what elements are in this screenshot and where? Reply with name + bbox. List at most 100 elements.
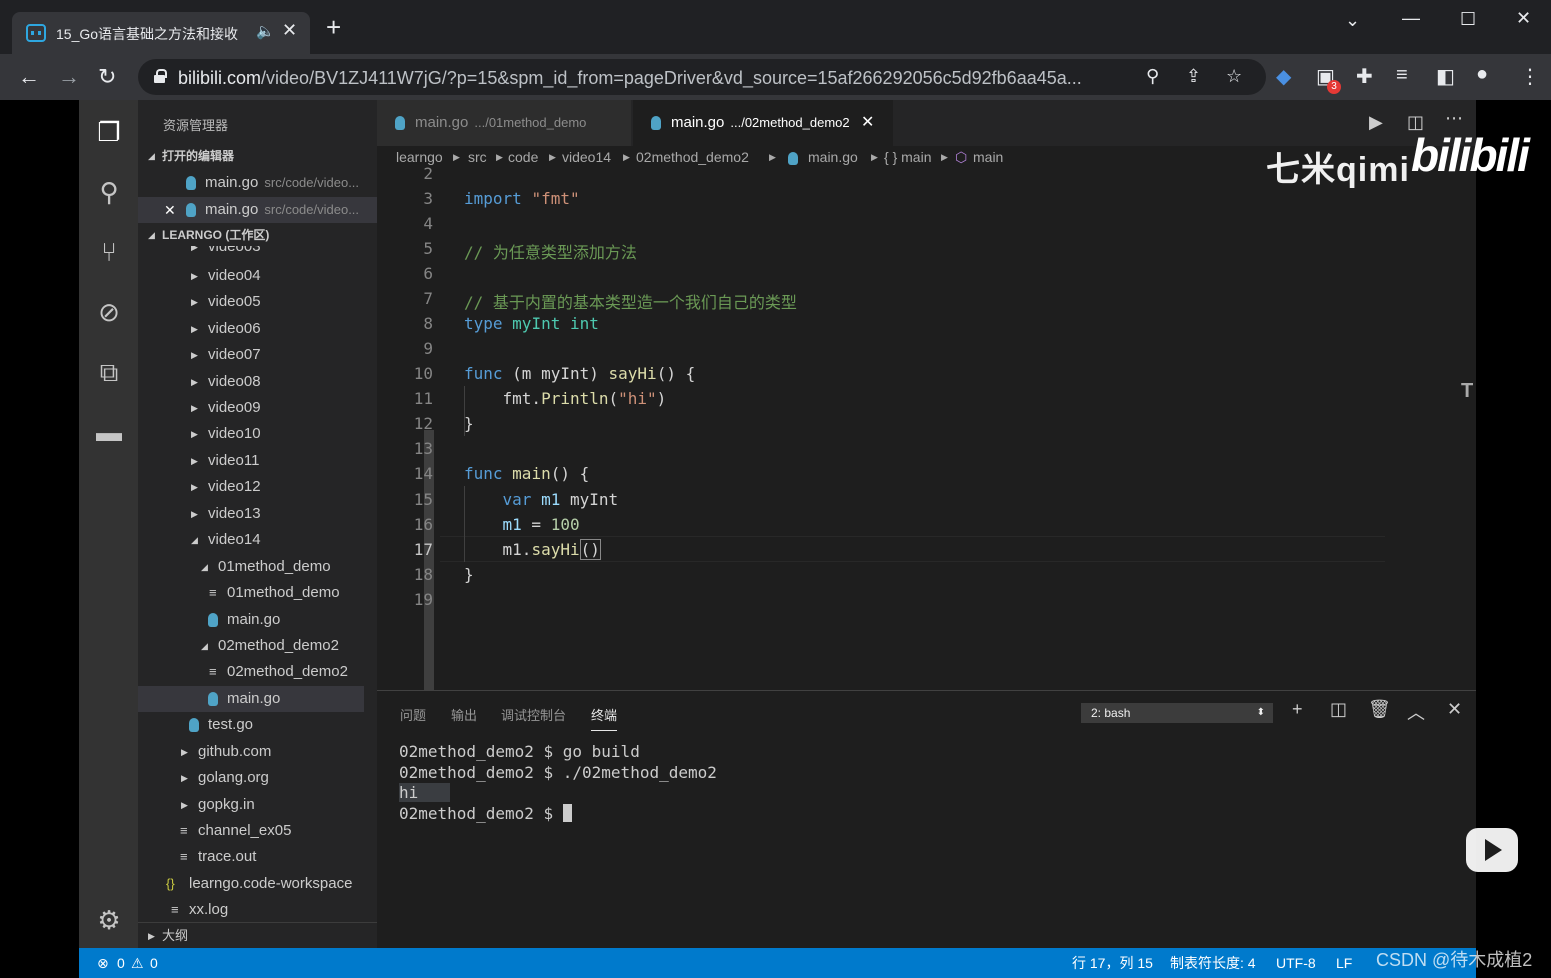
minimize-button[interactable]: — — [1402, 8, 1420, 29]
tree-folder-video06[interactable]: ▶ video06 — [138, 316, 364, 342]
line-number: 11 — [413, 389, 433, 408]
tree-folder-golang[interactable]: ▶ golang.org — [138, 765, 364, 791]
side-panel-icon[interactable]: ◧ — [1436, 64, 1455, 89]
tree-folder-video14[interactable]: ◢ video14 — [138, 527, 364, 553]
tab-size[interactable]: 制表符长度: 4 — [1170, 948, 1256, 978]
tab-search-icon[interactable]: ⌄ — [1345, 10, 1360, 31]
bilibili-play-icon[interactable] — [1466, 828, 1518, 872]
tree-file-channel-ex05[interactable]: ≡ channel_ex05 — [138, 818, 364, 844]
terminal-cursor — [562, 804, 572, 822]
folder-icon[interactable]: ▬ — [93, 416, 125, 448]
tree-folder-github[interactable]: ▶ github.com — [138, 739, 364, 765]
tree-file-xx-log[interactable]: ≡ xx.log — [138, 897, 364, 922]
tab-problems[interactable]: 问题 — [400, 705, 426, 724]
breadcrumb-item[interactable]: main — [973, 146, 1003, 168]
close-icon[interactable]: ✕ — [164, 197, 176, 223]
tree-file-trace-out[interactable]: ≡ trace.out — [138, 844, 364, 870]
tree-folder-video07[interactable]: ▶ video07 — [138, 342, 364, 368]
bookmark-star-icon[interactable]: ☆ — [1226, 66, 1242, 87]
terminal-select[interactable]: 2: bash ⬍ — [1081, 703, 1273, 723]
cursor-position[interactable]: 行 17，列 15 — [1072, 948, 1153, 978]
workspace-header[interactable]: ◢ LEARNGO (工作区) — [138, 224, 377, 246]
close-icon[interactable]: ✕ — [861, 100, 874, 146]
terminal-prompt-line[interactable]: 02method_demo2 $ — [399, 804, 572, 823]
settings-gear-icon[interactable]: ⚙ — [93, 904, 125, 936]
breadcrumb-item[interactable]: video14 — [562, 146, 611, 168]
browser-tab[interactable]: 15_Go语言基础之方法和接收 🔈 ✕ — [12, 12, 310, 54]
tree-folder-video05[interactable]: ▶ video05 — [138, 289, 364, 315]
breadcrumb-item[interactable]: 02method_demo2 — [636, 146, 749, 168]
extensions-puzzle-icon[interactable]: ✚ — [1356, 64, 1373, 89]
warning-count[interactable]: 0 — [150, 948, 158, 978]
tree-file-test-go[interactable]: test.go — [138, 712, 364, 738]
close-window-button[interactable]: ✕ — [1516, 8, 1531, 29]
tab-output[interactable]: 输出 — [451, 705, 477, 724]
breadcrumb-item[interactable]: main.go — [808, 146, 858, 168]
forward-button[interactable]: → — [58, 64, 80, 90]
run-icon[interactable]: ▶ — [1369, 112, 1383, 133]
zoom-icon[interactable]: ⚲ — [1146, 66, 1159, 87]
tree-file-main-go[interactable]: main.go — [138, 607, 364, 633]
maximize-panel-icon[interactable]: ︿ — [1407, 699, 1425, 725]
extension-diamond-icon[interactable]: ◆ — [1276, 64, 1291, 89]
tree-folder-video08[interactable]: ▶ video08 — [138, 369, 364, 395]
back-button[interactable]: ← — [18, 64, 40, 90]
line-ending[interactable]: LF — [1336, 948, 1352, 978]
tree-folder-video03[interactable]: ▶ video03 — [138, 246, 364, 260]
tree-folder-02method-demo2[interactable]: ◢ 02method_demo2 — [138, 633, 364, 659]
source-control-icon[interactable]: ⑂ — [93, 236, 125, 268]
breadcrumb-item[interactable]: code — [508, 146, 538, 168]
speaker-icon[interactable]: 🔈 — [256, 22, 275, 40]
csdn-watermark: CSDN @待木成植2 — [1376, 950, 1533, 970]
tree-folder-video09[interactable]: ▶ video09 — [138, 395, 364, 421]
tree-folder-gopkg[interactable]: ▶ gopkg.in — [138, 792, 364, 818]
split-terminal-icon[interactable]: ◫ — [1330, 699, 1347, 720]
reload-button[interactable]: ↻ — [98, 64, 116, 90]
close-panel-icon[interactable]: ✕ — [1447, 699, 1462, 720]
tree-file-workspace[interactable]: {} learngo.code-workspace — [138, 871, 364, 897]
trash-icon[interactable]: 🗑 — [1368, 699, 1391, 720]
tree-file-main-go-selected[interactable]: main.go — [138, 686, 364, 712]
lock-icon[interactable] — [154, 69, 167, 83]
browser-menu-icon[interactable]: ⋮ — [1520, 64, 1540, 89]
open-editor-item-active[interactable]: ✕ main.go src/code/video... — [138, 197, 377, 223]
new-terminal-icon[interactable]: + — [1292, 699, 1303, 720]
outline-section[interactable]: ▶ 大纲 — [138, 922, 377, 948]
profile-avatar-icon[interactable]: ● — [1476, 63, 1488, 86]
editor-tab-inactive[interactable]: main.go .../01method_demo — [377, 100, 631, 146]
open-editors-header[interactable]: ◢ 打开的编辑器 — [138, 145, 377, 167]
tree-folder-video10[interactable]: ▶ video10 — [138, 421, 364, 447]
tree-folder-video12[interactable]: ▶ video12 — [138, 474, 364, 500]
editor-tab-active[interactable]: main.go .../02method_demo2 ✕ — [633, 100, 893, 146]
code-editor[interactable]: 2 3 4 5 6 7 8 9 10 11 12 13 14 15 16 17 … — [377, 164, 1476, 690]
breadcrumb-item[interactable]: src — [468, 146, 487, 168]
tab-terminal[interactable]: 终端 — [591, 705, 618, 731]
tree-folder-video04[interactable]: ▶ video04 — [138, 263, 364, 289]
breadcrumb-item[interactable]: { } main — [884, 146, 931, 168]
warning-icon[interactable]: ⚠ — [131, 948, 144, 978]
media-queue-icon[interactable]: ≡ — [1396, 64, 1408, 87]
video-player[interactable]: ❐ ⚲ ⑂ ⊘ ⧉ ▬ ⚙ 资源管理器 ◢ 打开的编辑器 main.go src/… — [79, 100, 1530, 978]
encoding[interactable]: UTF-8 — [1276, 948, 1316, 978]
tab-debug-console[interactable]: 调试控制台 — [501, 705, 566, 724]
tree-file-02method-demo2[interactable]: ≡ 02method_demo2 — [138, 659, 364, 685]
new-tab-button[interactable]: + — [326, 14, 341, 40]
extensions-icon[interactable]: ⧉ — [93, 356, 125, 388]
explorer-files-icon[interactable]: ❐ — [93, 116, 125, 148]
tree-file-01method-demo[interactable]: ≡ 01method_demo — [138, 580, 364, 606]
open-editor-item[interactable]: main.go src/code/video... — [138, 170, 364, 196]
close-tab-icon[interactable]: ✕ — [282, 20, 297, 41]
share-icon[interactable]: ⇪ — [1186, 66, 1201, 87]
go-file-icon — [788, 152, 798, 165]
tree-folder-01method-demo[interactable]: ◢ 01method_demo — [138, 554, 364, 580]
maximize-button[interactable]: ☐ — [1460, 9, 1476, 30]
error-count[interactable]: 0 — [117, 948, 125, 978]
activity-bar: ❐ ⚲ ⑂ ⊘ ⧉ ▬ ⚙ — [79, 100, 138, 948]
search-icon[interactable]: ⚲ — [93, 176, 125, 208]
address-bar[interactable]: bilibili.com/video/BV1ZJ411W7jG/?p=15&sp… — [138, 59, 1266, 95]
error-icon[interactable]: ⊗ — [97, 948, 109, 978]
debug-icon[interactable]: ⊘ — [93, 296, 125, 328]
tree-folder-video11[interactable]: ▶ video11 — [138, 448, 364, 474]
more-actions-icon[interactable]: ⋯ — [1445, 108, 1463, 129]
tree-folder-video13[interactable]: ▶ video13 — [138, 501, 364, 527]
